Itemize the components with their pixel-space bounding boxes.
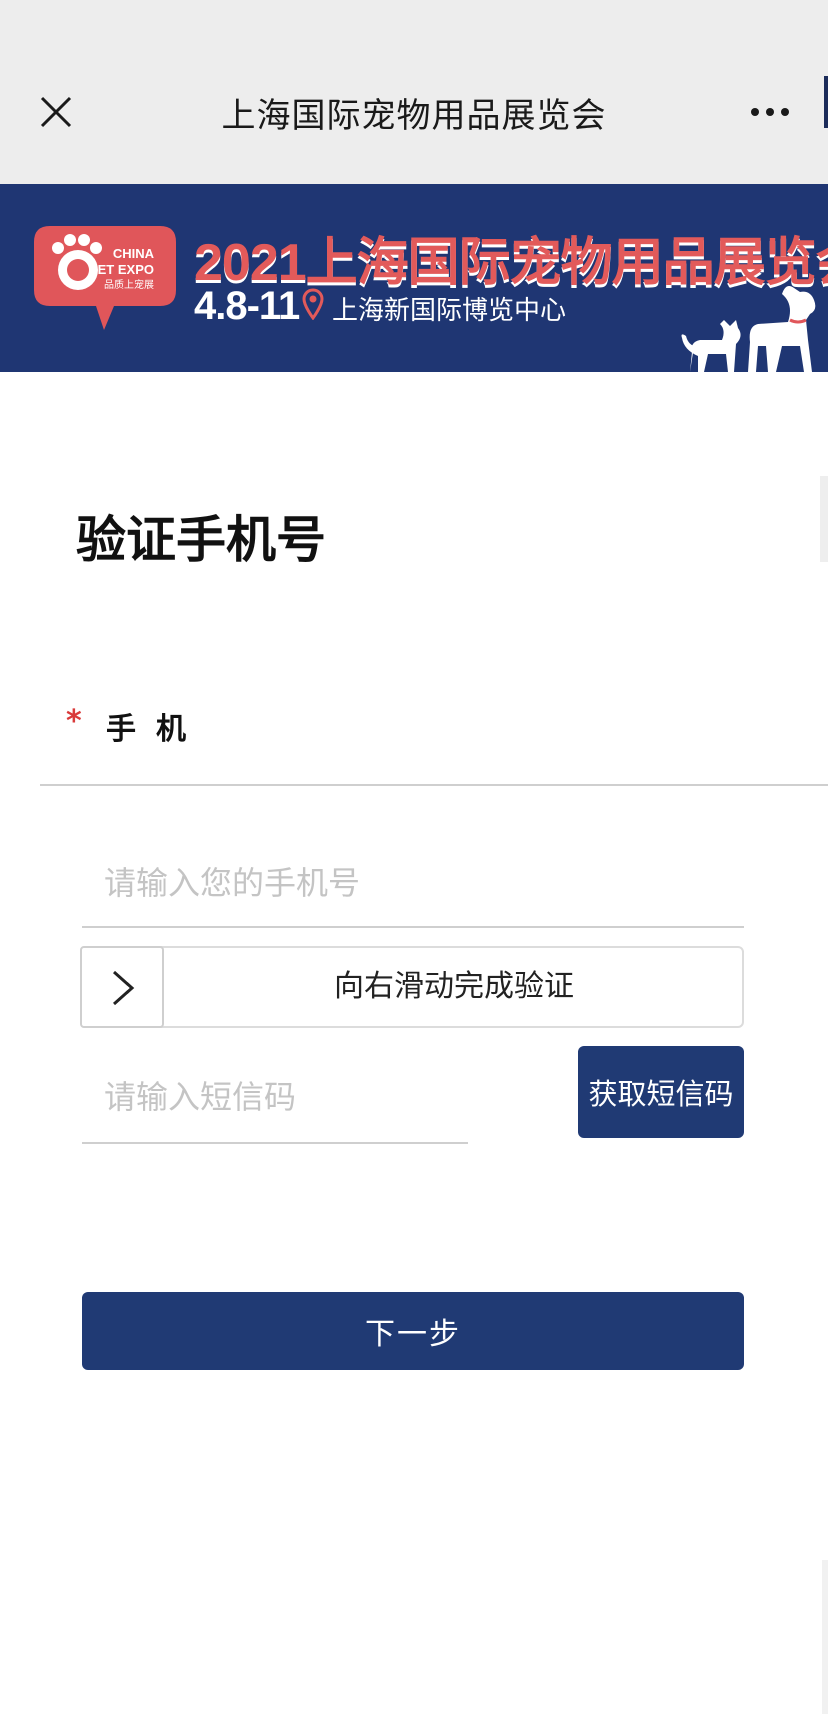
logo-text-1: CHINA xyxy=(113,246,155,261)
china-pet-expo-logo: CHINA PET EXPO 品质上宠展 xyxy=(34,226,176,330)
cat-and-dog-illustration xyxy=(681,286,816,372)
location-pin-icon xyxy=(302,288,324,320)
logo-text-2: PET EXPO xyxy=(89,262,154,277)
chevron-right-icon xyxy=(113,970,135,1006)
edge-decoration xyxy=(822,1560,828,1714)
required-mark: * xyxy=(66,704,82,739)
sms-code-input[interactable] xyxy=(82,1052,468,1144)
slide-verify[interactable]: 向右滑动完成验证 xyxy=(80,946,744,1028)
page: 上海国际宠物用品展览会 CHINA PET EXPO 品质上宠展 2021上海国… xyxy=(0,0,828,1714)
divider xyxy=(40,784,828,786)
edge-marker xyxy=(824,76,828,128)
logo-text-3: 品质上宠展 xyxy=(104,278,154,291)
next-step-button[interactable]: 下一步 xyxy=(82,1292,744,1370)
get-sms-code-button[interactable]: 获取短信码 xyxy=(578,1046,744,1138)
slider-handle[interactable] xyxy=(80,946,164,1028)
expo-banner: CHINA PET EXPO 品质上宠展 2021上海国际宠物用品展览会 4.8… xyxy=(0,184,828,372)
section-title: 验证手机号 xyxy=(76,511,326,569)
top-nav-bar: 上海国际宠物用品展览会 xyxy=(0,0,828,184)
phone-field-label: 手机 xyxy=(106,712,206,747)
scroll-indicator xyxy=(820,476,828,562)
phone-input[interactable] xyxy=(82,840,744,928)
slider-label: 向右滑动完成验证 xyxy=(334,969,574,1004)
page-title: 上海国际宠物用品展览会 xyxy=(221,96,607,136)
banner-date: 4.8-11 xyxy=(194,284,300,328)
banner-venue: 上海新国际博览中心 xyxy=(332,296,567,326)
more-icon[interactable] xyxy=(750,106,790,118)
